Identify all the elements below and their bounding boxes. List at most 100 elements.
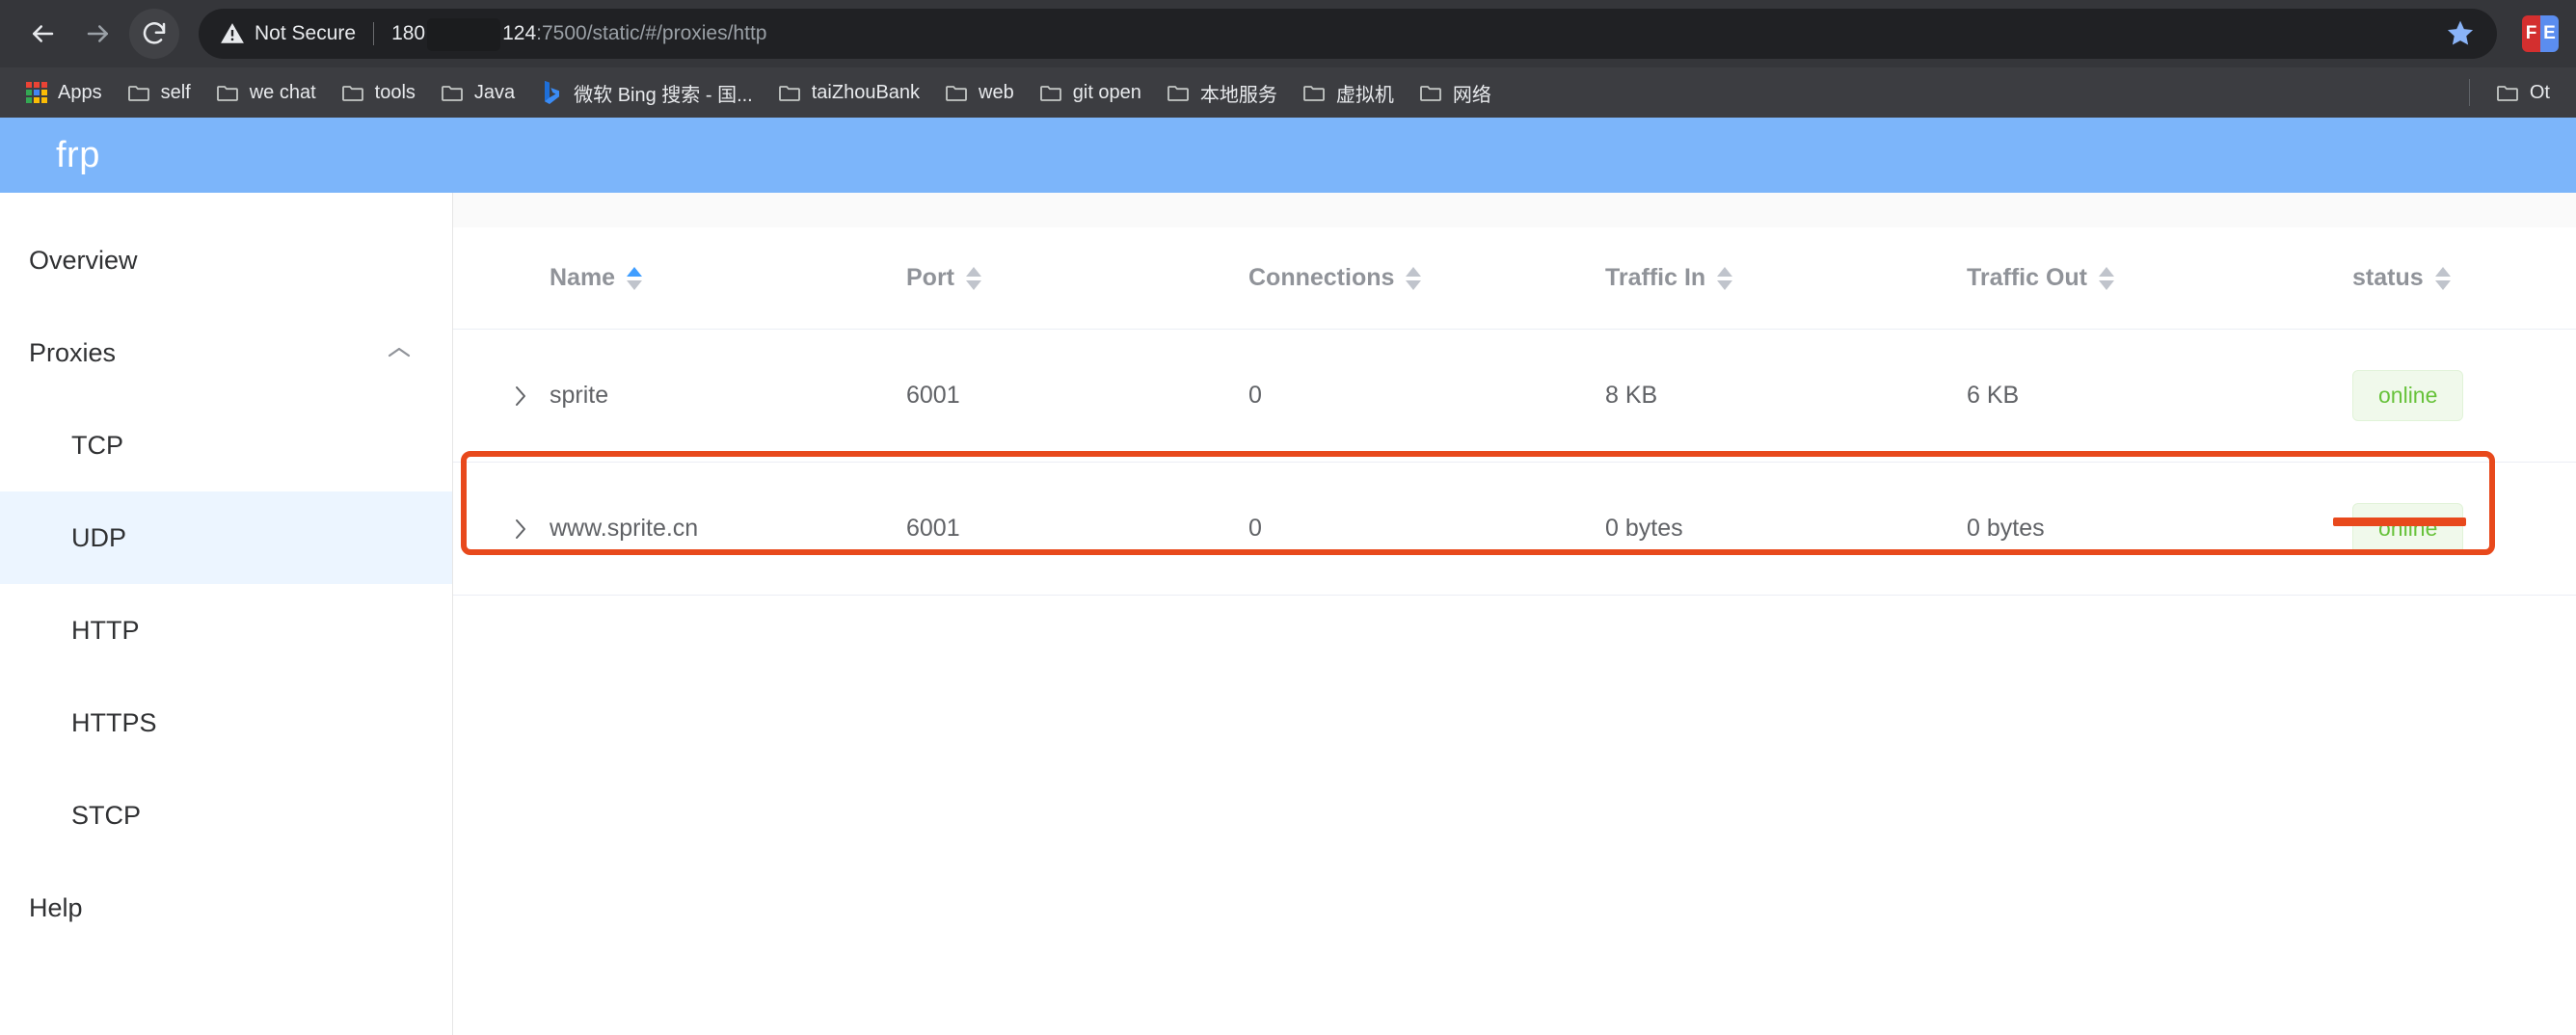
sort-arrows-icon[interactable]	[1717, 266, 1733, 290]
column-header-name[interactable]: Name	[550, 227, 906, 330]
bookmark-java[interactable]: Java	[428, 73, 527, 112]
column-expand-spacer	[453, 227, 550, 330]
chevron-up-icon	[387, 345, 412, 360]
sidebar-item-label: UDP	[71, 522, 127, 552]
forward-button[interactable]	[73, 9, 123, 59]
extension-icon-fe[interactable]: F E	[2522, 15, 2559, 52]
bookmark-label: self	[160, 81, 191, 103]
forward-arrow-icon	[87, 25, 108, 42]
cell-name: www.sprite.cn	[550, 462, 906, 596]
url-redaction-block	[427, 18, 501, 51]
bookmark-network[interactable]: 网络	[1407, 73, 1504, 112]
sidebar-item-tcp[interactable]: TCP	[0, 399, 452, 491]
cell-port: 6001	[906, 329, 1248, 463]
main-content: Name Port Connections Traffic In Traffic…	[453, 193, 2576, 1035]
bookmark-we-chat[interactable]: we chat	[203, 73, 329, 112]
table-header: Name Port Connections Traffic In Traffic…	[453, 227, 2576, 330]
bookmark-virtual-machine[interactable]: 虚拟机	[1290, 73, 1407, 112]
address-bar[interactable]: Not Secure 180 124 :7500/static/#/proxie…	[199, 9, 2497, 59]
bookmark-label: git open	[1072, 81, 1141, 103]
folder-icon	[946, 86, 967, 101]
bookmark-label: Java	[473, 81, 516, 103]
app-header: frp	[0, 118, 2576, 193]
bookmark-bing-search[interactable]: 微软 Bing 搜索 - 国...	[527, 73, 765, 112]
folder-icon	[1420, 86, 1441, 101]
bing-icon	[545, 81, 560, 104]
bookmark-web[interactable]: web	[932, 73, 1027, 112]
sort-arrows-icon[interactable]	[966, 266, 981, 290]
bookmark-star-button[interactable]	[2426, 18, 2476, 49]
bookmark-label: taiZhouBank	[811, 81, 921, 103]
reload-button[interactable]	[129, 9, 179, 59]
row-expand-cell[interactable]	[453, 462, 550, 596]
proxies-table: Name Port Connections Traffic In Traffic…	[453, 227, 2576, 596]
folder-icon	[442, 86, 463, 101]
bookmark-local-service[interactable]: 本地服务	[1154, 73, 1290, 112]
bookmark-self[interactable]: self	[115, 73, 203, 112]
sidebar-item-https[interactable]: HTTPS	[0, 677, 452, 769]
cell-port: 6001	[906, 462, 1248, 596]
bookmark-git-open[interactable]: git open	[1027, 73, 1154, 112]
sidebar-item-label: STCP	[71, 800, 142, 830]
status-badge: online	[2352, 370, 2464, 421]
browser-window: Not Secure 180 124 :7500/static/#/proxie…	[0, 0, 2576, 1035]
back-button[interactable]	[17, 9, 67, 59]
bookmark-label: web	[979, 81, 1014, 103]
sort-arrows-icon[interactable]	[1406, 266, 1422, 290]
url-host-suffix: 124	[502, 22, 537, 44]
url-path: :7500/static/#/proxies/http	[536, 22, 767, 44]
bookmark-taizhoubank[interactable]: taiZhouBank	[765, 73, 932, 112]
sidebar-item-label: Help	[29, 892, 83, 922]
sidebar-item-label: Proxies	[29, 337, 117, 367]
chevron-right-icon[interactable]	[453, 384, 550, 409]
sidebar-item-help[interactable]: Help	[0, 862, 452, 954]
bookmark-label: 微软 Bing 搜索 - 国...	[574, 84, 753, 106]
bookmark-label: tools	[374, 81, 416, 103]
folder-icon	[1303, 86, 1325, 101]
bookmark-label: 网络	[1452, 84, 1491, 106]
extension-icon-letter-e: E	[2540, 15, 2559, 52]
url-host-prefix: 180	[391, 22, 426, 44]
bookmark-label: we chat	[249, 81, 316, 103]
bookmark-label: Apps	[58, 81, 102, 103]
extension-icon-letter-f: F	[2522, 15, 2540, 52]
folder-icon	[2496, 86, 2518, 101]
bookmark-tools[interactable]: tools	[329, 73, 428, 112]
column-header-port[interactable]: Port	[906, 227, 1248, 330]
omnibox-divider	[373, 22, 375, 45]
bookmark-apps[interactable]: Apps	[13, 73, 115, 112]
security-status-text: Not Secure	[255, 22, 357, 44]
sidebar-item-proxies[interactable]: Proxies	[0, 306, 452, 399]
column-label: Name	[550, 264, 616, 291]
table-row[interactable]: www.sprite.cn 6001 0 0 bytes 0 bytes onl…	[453, 462, 2576, 596]
back-arrow-icon	[33, 25, 54, 42]
column-header-status[interactable]: status	[2352, 227, 2576, 330]
table-header-row: Name Port Connections Traffic In Traffic…	[453, 227, 2576, 330]
cell-status: online	[2352, 462, 2576, 596]
cell-traffic-out: 0 bytes	[1967, 462, 2352, 596]
folder-icon	[1039, 86, 1061, 101]
column-header-connections[interactable]: Connections	[1248, 227, 1605, 330]
cell-connections: 0	[1248, 462, 1605, 596]
row-expand-cell[interactable]	[453, 329, 550, 463]
column-header-traffic-in[interactable]: Traffic In	[1605, 227, 1967, 330]
page-viewport: frp Overview Proxies TCP UDP HTTP HTTPS …	[0, 118, 2576, 1035]
sort-arrows-icon[interactable]	[627, 266, 643, 290]
cell-connections: 0	[1248, 329, 1605, 463]
sidebar-item-http[interactable]: HTTP	[0, 584, 452, 677]
bookmarks-bar: Apps self we chat tools Java 微软 Bing 搜索 …	[0, 67, 2576, 118]
sidebar-item-label: HTTP	[71, 615, 140, 645]
column-label: Traffic In	[1605, 264, 1706, 291]
folder-icon	[778, 86, 800, 101]
sidebar-item-overview[interactable]: Overview	[0, 214, 452, 306]
sort-arrows-icon[interactable]	[2434, 266, 2451, 290]
sidebar-item-stcp[interactable]: STCP	[0, 769, 452, 862]
bookmark-other-bookmarks[interactable]: Ot	[2483, 73, 2563, 112]
sidebar-item-udp[interactable]: UDP	[0, 491, 452, 584]
app-body: Overview Proxies TCP UDP HTTP HTTPS STCP…	[0, 193, 2576, 1035]
chevron-right-icon[interactable]	[453, 517, 550, 542]
column-header-traffic-out[interactable]: Traffic Out	[1967, 227, 2352, 330]
table-row[interactable]: sprite 6001 0 8 KB 6 KB online	[453, 329, 2576, 463]
sort-arrows-icon[interactable]	[2099, 266, 2115, 290]
status-badge: online	[2352, 503, 2464, 554]
